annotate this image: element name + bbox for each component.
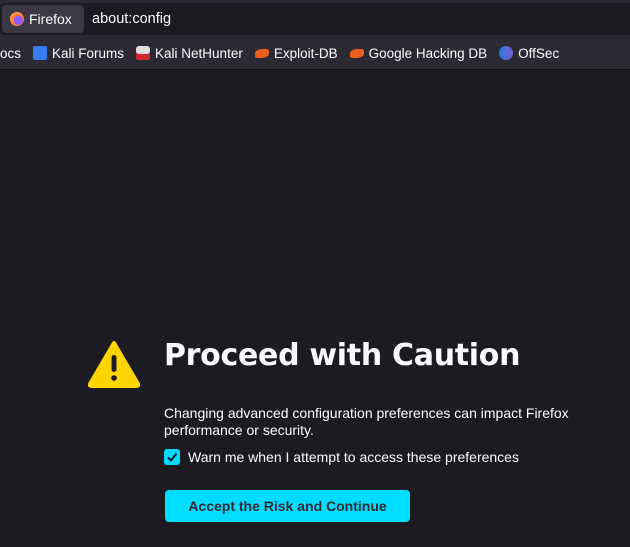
- checkmark-icon: [167, 452, 178, 463]
- bookmark-google-hacking-db[interactable]: Google Hacking DB: [349, 45, 488, 61]
- bookmark-label: OffSec: [518, 45, 560, 61]
- warn-checkbox-row[interactable]: Warn me when I attempt to access these p…: [164, 449, 519, 465]
- exploit-db-icon: [254, 48, 269, 58]
- nav-toolbar: Firefox about:config: [0, 0, 630, 37]
- bookmark-kali-nethunter[interactable]: Kali NetHunter: [136, 46, 243, 61]
- bookmark-label: Exploit-DB: [273, 45, 338, 61]
- identity-label: Firefox: [29, 11, 72, 27]
- page-content: [0, 70, 630, 547]
- warning-icon: [88, 341, 140, 388]
- firefox-icon: [10, 12, 24, 26]
- ghdb-icon: [349, 48, 364, 58]
- bookmarks-bar: ocs Kali Forums Kali NetHunter Exploit-D…: [0, 37, 630, 70]
- bookmark-offsec[interactable]: OffSec: [499, 46, 559, 61]
- description: Changing advanced configuration preferen…: [164, 405, 569, 438]
- offsec-icon: [499, 46, 514, 60]
- accept-risk-button[interactable]: Accept the Risk and Continue: [165, 490, 410, 522]
- bookmark-label: Kali NetHunter: [155, 45, 243, 61]
- nethunter-icon: [136, 46, 151, 60]
- bookmark-label: Google Hacking DB: [368, 45, 488, 61]
- bookmark-exploit-db[interactable]: Exploit-DB: [254, 45, 338, 61]
- bookmark-label: Kali Forums: [52, 45, 125, 61]
- url-bar[interactable]: Firefox about:config: [0, 3, 630, 35]
- identity-box[interactable]: Firefox: [2, 5, 84, 33]
- bookmark-docs[interactable]: ocs: [0, 46, 21, 61]
- page-title: Proceed with Caution: [164, 338, 521, 373]
- warn-checkbox-label: Warn me when I attempt to access these p…: [188, 449, 519, 465]
- bookmark-label: ocs: [0, 45, 22, 61]
- kali-forums-icon: [33, 46, 48, 60]
- bookmark-kali-forums[interactable]: Kali Forums: [33, 46, 124, 61]
- warn-checkbox[interactable]: [164, 449, 180, 465]
- url-input[interactable]: about:config: [92, 11, 171, 27]
